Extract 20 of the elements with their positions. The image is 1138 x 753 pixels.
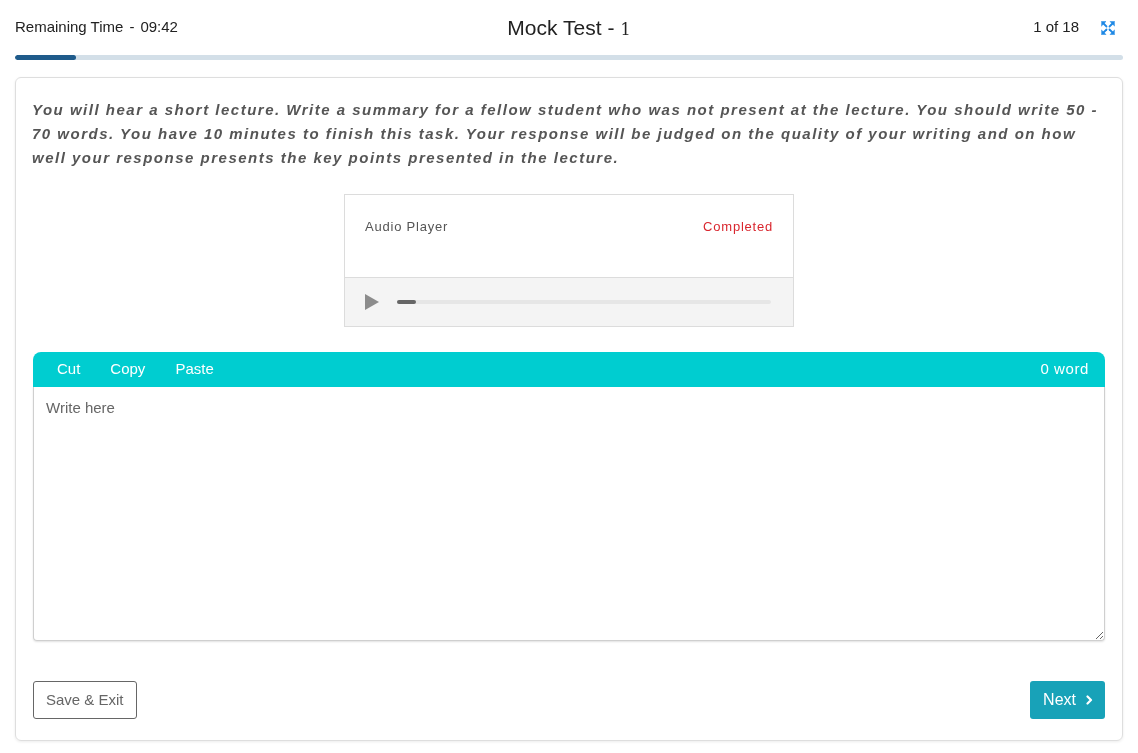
chevron-right-icon bbox=[1086, 695, 1093, 705]
timer-value: 09:42 bbox=[140, 17, 178, 38]
instructions-text: You will hear a short lecture. Write a summary for a fellow student who was not present at the lecture. You should write 50 - 70 words. You have 10 minutes to finish this task. Your response will be judged on the quality of your writing and on how well your response presents the key points presented in the lecture. bbox=[32, 100, 1100, 168]
toolbar-tool[interactable]: Cut bbox=[46, 355, 92, 384]
test-title: Mock Test bbox=[507, 15, 602, 42]
word-count: 0 word bbox=[1040, 359, 1089, 380]
save-exit-button[interactable]: Save & Exit bbox=[33, 681, 137, 719]
expand-icon[interactable] bbox=[1101, 20, 1115, 35]
answer-field[interactable]: Write here bbox=[33, 387, 1105, 641]
next-button[interactable]: Next bbox=[1030, 681, 1105, 719]
timer-separator: - bbox=[129, 17, 135, 38]
toolbar-tool[interactable]: Copy bbox=[99, 355, 157, 384]
audio-player-title: Audio Player bbox=[365, 218, 449, 236]
toolbar-tool[interactable]: Paste bbox=[164, 355, 225, 384]
title-separator: - bbox=[607, 15, 615, 42]
timer-label: Remaining Time bbox=[15, 17, 124, 38]
audio-status: Completed bbox=[703, 218, 773, 236]
test-number: 1 bbox=[620, 18, 631, 41]
play-icon[interactable] bbox=[365, 294, 379, 310]
question-position: 1 of 18 bbox=[1033, 17, 1079, 38]
